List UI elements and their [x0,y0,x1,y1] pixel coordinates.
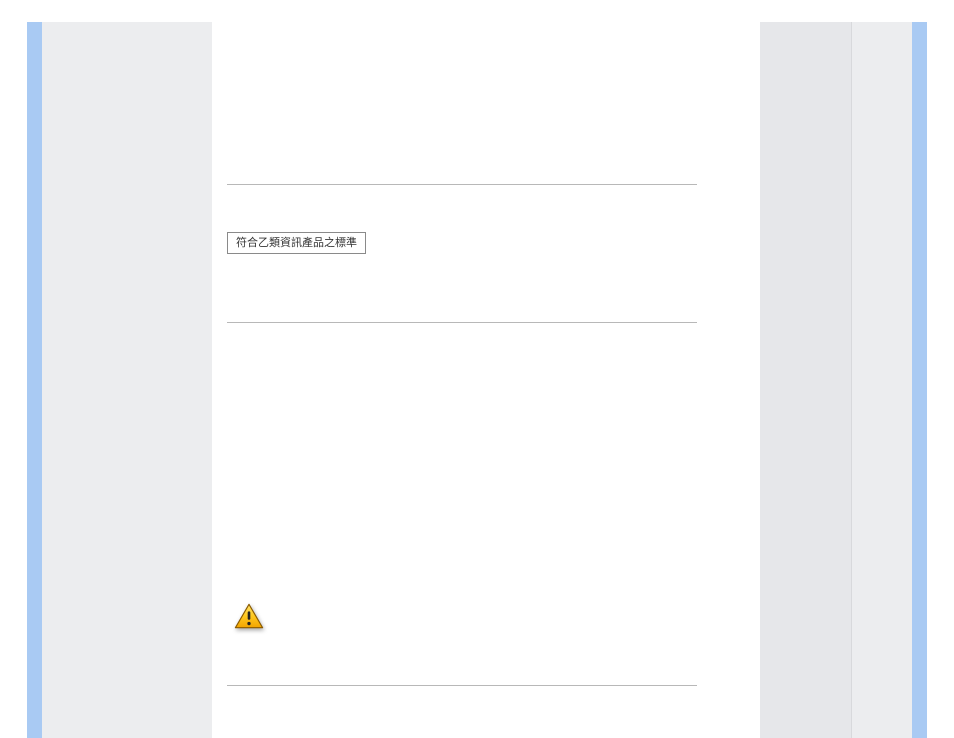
compliance-notice-box: 符合乙類資訊產品之標準 [227,232,366,254]
document-page: 符合乙類資訊產品之標準 [0,0,954,738]
margin-band-grey-right-inner [760,22,852,738]
section-divider [227,322,697,323]
warning-icon [234,602,264,630]
margin-band-blue-left [27,22,42,738]
margin-band-grey-right-outer [852,22,912,738]
section-divider [227,184,697,185]
page-content: 符合乙類資訊產品之標準 [212,0,760,738]
section-divider [227,685,697,686]
margin-band-blue-right [912,22,927,738]
margin-band-grey-left [42,22,212,738]
compliance-notice-text: 符合乙類資訊產品之標準 [236,237,357,249]
